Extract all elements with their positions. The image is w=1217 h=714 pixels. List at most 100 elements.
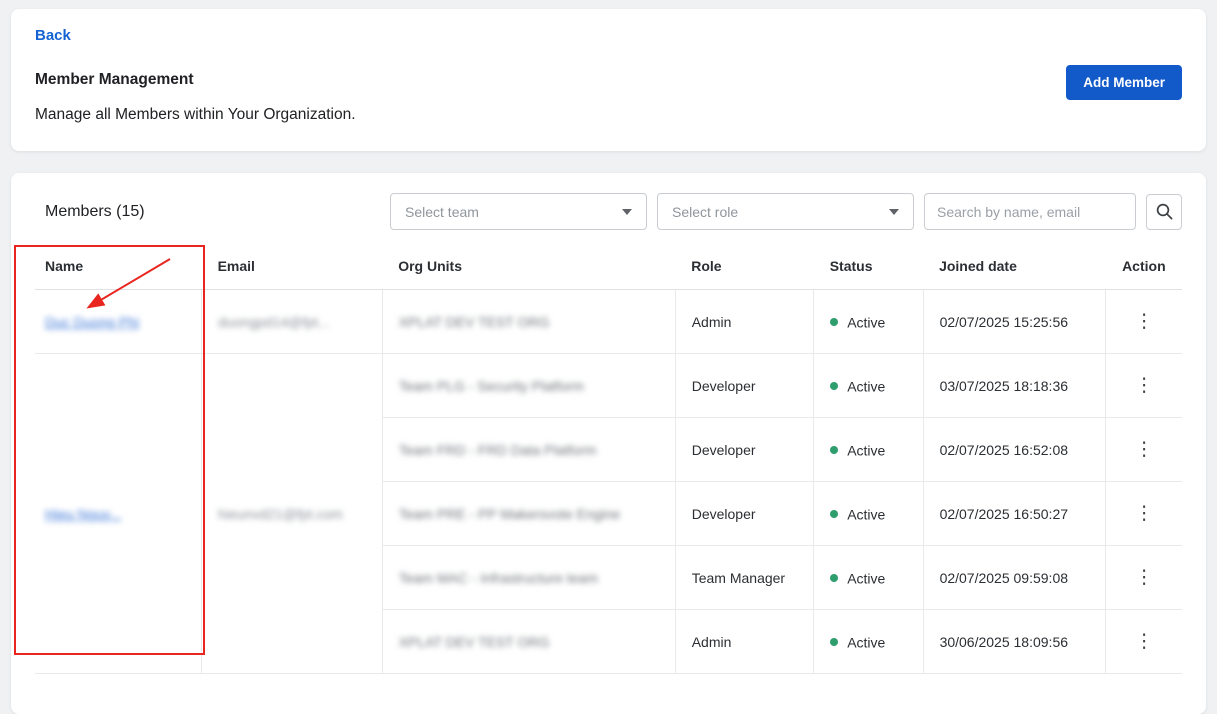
role-select-placeholder: Select role (672, 204, 738, 220)
kebab-menu-button[interactable]: ⋮ (1126, 627, 1163, 656)
member-name-cell: Duc Duong Phi (35, 290, 202, 354)
status-dot-icon (830, 574, 838, 582)
status-label: Active (847, 378, 885, 394)
joined-date-cell: 02/07/2025 16:50:27 (923, 482, 1106, 546)
status-label: Active (847, 314, 885, 330)
column-header-status: Status (814, 246, 923, 290)
role-cell: Team Manager (675, 546, 813, 610)
role-select[interactable]: Select role (657, 193, 914, 230)
add-member-button[interactable]: Add Member (1066, 65, 1182, 100)
chevron-down-icon (622, 209, 632, 215)
status-dot-icon (830, 446, 838, 454)
member-name-cell: Hieu Nguy... (35, 354, 202, 674)
org-unit-cell: XPLAT DEV TEST ORG (382, 290, 675, 354)
member-name-link[interactable]: Hieu Nguy... (45, 506, 121, 522)
kebab-menu-icon: ⋮ (1135, 375, 1154, 396)
action-cell: ⋮ (1106, 418, 1182, 482)
status-dot-icon (830, 510, 838, 518)
action-cell: ⋮ (1106, 610, 1182, 674)
column-header-role: Role (675, 246, 813, 290)
org-unit-cell: Team PRE - PP Makersvote Engine (382, 482, 675, 546)
member-email-cell: hieunvd21@fpt.com (202, 354, 383, 674)
column-header-org-units: Org Units (382, 246, 675, 290)
member-name-link[interactable]: Duc Duong Phi (45, 314, 139, 330)
status-label: Active (847, 634, 885, 650)
status-cell: Active (814, 546, 923, 610)
role-cell: Developer (675, 482, 813, 546)
kebab-menu-button[interactable]: ⋮ (1126, 563, 1163, 592)
header-text-block: Member Management Manage all Members wit… (35, 71, 356, 124)
kebab-menu-button[interactable]: ⋮ (1126, 371, 1163, 400)
back-link[interactable]: Back (35, 27, 71, 44)
members-card: Members (15) Select team Select role (11, 173, 1206, 714)
column-header-action: Action (1106, 246, 1182, 290)
status-dot-icon (830, 382, 838, 390)
column-header-email: Email (202, 246, 383, 290)
kebab-menu-icon: ⋮ (1135, 631, 1154, 652)
org-unit-text: XPLAT DEV TEST ORG (399, 314, 550, 330)
joined-date-cell: 02/07/2025 15:25:56 (923, 290, 1106, 354)
kebab-menu-button[interactable]: ⋮ (1126, 499, 1163, 528)
kebab-menu-button[interactable]: ⋮ (1126, 435, 1163, 464)
status-cell: Active (814, 418, 923, 482)
kebab-menu-icon: ⋮ (1135, 503, 1154, 524)
status-dot-icon (830, 318, 838, 326)
org-unit-text: Team PLG - Security Platform (399, 378, 584, 394)
page-subtitle: Manage all Members within Your Organizat… (35, 106, 356, 124)
table-row: Hieu Nguy...hieunvd21@fpt.comTeam PLG - … (35, 354, 1182, 418)
joined-date-cell: 30/06/2025 18:09:56 (923, 610, 1106, 674)
header-row: Member Management Manage all Members wit… (35, 71, 1182, 124)
team-select[interactable]: Select team (390, 193, 647, 230)
role-cell: Admin (675, 610, 813, 674)
org-unit-text: Team PRE - PP Makersvote Engine (399, 506, 621, 522)
org-unit-cell: XPLAT DEV TEST ORG (382, 610, 675, 674)
action-cell: ⋮ (1106, 482, 1182, 546)
org-unit-text: Team MAC - Infrastructure team (399, 570, 598, 586)
org-unit-cell: Team PLG - Security Platform (382, 354, 675, 418)
kebab-menu-button[interactable]: ⋮ (1126, 307, 1163, 336)
role-cell: Developer (675, 354, 813, 418)
joined-date-cell: 03/07/2025 18:18:36 (923, 354, 1106, 418)
status-label: Active (847, 570, 885, 586)
status-cell: Active (814, 482, 923, 546)
members-toolbar: Members (15) Select team Select role (35, 193, 1182, 230)
org-unit-cell: Team MAC - Infrastructure team (382, 546, 675, 610)
action-cell: ⋮ (1106, 290, 1182, 354)
chevron-down-icon (889, 209, 899, 215)
column-header-joined-date: Joined date (923, 246, 1106, 290)
joined-date-cell: 02/07/2025 16:52:08 (923, 418, 1106, 482)
status-cell: Active (814, 610, 923, 674)
kebab-menu-icon: ⋮ (1135, 439, 1154, 460)
member-email-text: duongpd14@fpt... (218, 314, 330, 330)
member-email-cell: duongpd14@fpt... (202, 290, 383, 354)
status-dot-icon (830, 638, 838, 646)
kebab-menu-icon: ⋮ (1135, 311, 1154, 332)
org-unit-text: XPLAT DEV TEST ORG (399, 634, 550, 650)
action-cell: ⋮ (1106, 354, 1182, 418)
search-icon (1155, 202, 1174, 221)
members-count-title: Members (15) (35, 203, 145, 221)
role-cell: Admin (675, 290, 813, 354)
table-header-row: NameEmailOrg UnitsRoleStatusJoined dateA… (35, 246, 1182, 290)
kebab-menu-icon: ⋮ (1135, 567, 1154, 588)
search-button[interactable] (1146, 194, 1182, 230)
org-unit-text: Team FRD - FRD Data Platform (399, 442, 597, 458)
status-label: Active (847, 506, 885, 522)
team-select-placeholder: Select team (405, 204, 479, 220)
status-label: Active (847, 442, 885, 458)
role-cell: Developer (675, 418, 813, 482)
member-email-text: hieunvd21@fpt.com (218, 506, 343, 522)
joined-date-cell: 02/07/2025 09:59:08 (923, 546, 1106, 610)
status-cell: Active (814, 290, 923, 354)
header-card: Back Member Management Manage all Member… (11, 9, 1206, 151)
action-cell: ⋮ (1106, 546, 1182, 610)
column-header-name: Name (35, 246, 202, 290)
filters: Select team Select role (390, 193, 1182, 230)
org-unit-cell: Team FRD - FRD Data Platform (382, 418, 675, 482)
search-input[interactable] (924, 193, 1136, 230)
members-table: NameEmailOrg UnitsRoleStatusJoined dateA… (35, 246, 1182, 674)
page-title: Member Management (35, 71, 356, 89)
page: Back Member Management Manage all Member… (0, 9, 1217, 714)
table-row: Duc Duong Phi duongpd14@fpt... XPLAT DEV T… (35, 290, 1182, 354)
status-cell: Active (814, 354, 923, 418)
